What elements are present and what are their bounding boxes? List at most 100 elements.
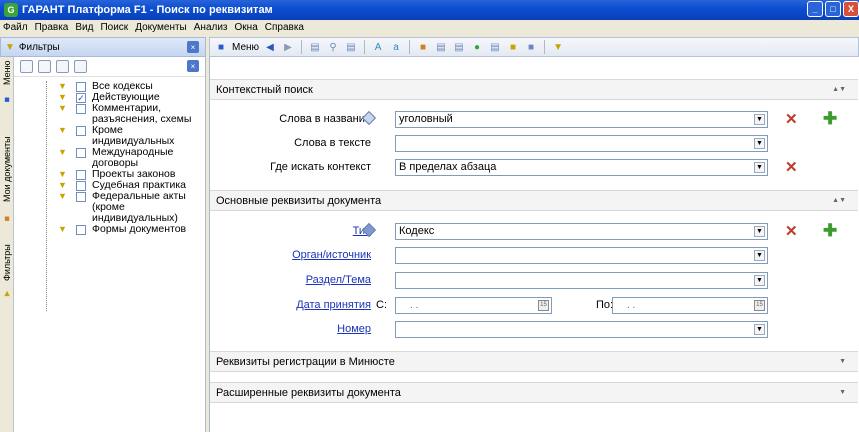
font-larger-icon[interactable]: A bbox=[371, 40, 385, 54]
menu-analysis[interactable]: Анализ bbox=[194, 22, 228, 33]
new-filter-icon[interactable] bbox=[74, 60, 87, 73]
tree-item[interactable]: ▼ Комментарии, разъяснения, схемы bbox=[14, 103, 204, 125]
authority-select[interactable]: ▼ bbox=[395, 247, 768, 264]
folder-icon[interactable]: ■ bbox=[506, 40, 520, 54]
menu-flag-icon[interactable]: ■ bbox=[214, 40, 228, 54]
calendar-icon[interactable]: 15 bbox=[538, 300, 549, 311]
checkbox[interactable] bbox=[76, 181, 86, 191]
forward-icon[interactable]: ▶ bbox=[281, 40, 295, 54]
font-smaller-icon[interactable]: a bbox=[389, 40, 403, 54]
menu-help[interactable]: Справка bbox=[265, 22, 304, 33]
collapse-icon[interactable]: ▲▼ bbox=[832, 197, 846, 204]
maximize-icon[interactable]: □ bbox=[825, 1, 841, 17]
tab-menu[interactable]: Меню bbox=[0, 59, 14, 87]
checkbox[interactable] bbox=[76, 148, 86, 158]
calendar-icon[interactable]: 15 bbox=[754, 300, 765, 311]
menu-search[interactable]: Поиск bbox=[100, 22, 128, 33]
adoption-date-link[interactable]: Дата принятия bbox=[296, 299, 371, 311]
field-label: Где искать контекст bbox=[270, 161, 371, 173]
menu-windows[interactable]: Окна bbox=[235, 22, 258, 33]
tab-menu-label: Меню bbox=[2, 60, 12, 86]
context-scope-select[interactable]: В пределах абзаца ▼ bbox=[395, 159, 768, 176]
clear-x-icon[interactable]: ✕ bbox=[785, 110, 798, 128]
text-words-input[interactable]: ▼ bbox=[395, 135, 768, 152]
tree-item[interactable]: ▼ Формы документов bbox=[14, 224, 205, 235]
filter-icon[interactable]: ▼ bbox=[551, 40, 565, 54]
panel-close-icon[interactable]: × bbox=[187, 41, 199, 53]
dropdown-icon[interactable]: ▼ bbox=[754, 162, 765, 173]
open-folder-icon[interactable] bbox=[38, 60, 51, 73]
dropdown-icon[interactable]: ▼ bbox=[754, 114, 765, 125]
row-context-scope: Где искать контекст В пределах абзаца ▼ … bbox=[210, 158, 858, 178]
filter-clear-icon[interactable] bbox=[56, 60, 69, 73]
close-icon[interactable]: X bbox=[843, 1, 859, 17]
expand-icon[interactable]: ▼ bbox=[839, 389, 846, 396]
section-main-header[interactable]: Основные реквизиты документа ▲▼ bbox=[210, 190, 858, 211]
dropdown-icon[interactable]: ▼ bbox=[754, 226, 765, 237]
menu-view[interactable]: Вид bbox=[75, 22, 93, 33]
toolbar-menu-button[interactable]: Меню bbox=[232, 42, 259, 53]
tree-item[interactable]: ▼ Кроме индивидуальных bbox=[14, 125, 205, 147]
field-value: Кодекс bbox=[399, 225, 435, 237]
edit-filter-icon[interactable] bbox=[20, 60, 33, 73]
toolbar-separator bbox=[301, 40, 303, 54]
back-icon[interactable]: ◀ bbox=[263, 40, 277, 54]
checkbox[interactable] bbox=[76, 82, 86, 92]
collapse-icon[interactable]: ▲▼ bbox=[832, 86, 846, 93]
search-list-icon[interactable]: ▤ bbox=[344, 40, 358, 54]
checkbox-checked[interactable]: ✓ bbox=[76, 93, 86, 103]
lock-icon[interactable]: ■ bbox=[524, 40, 538, 54]
date-from-input[interactable]: . . 15 bbox=[395, 297, 552, 314]
number-select[interactable]: ▼ bbox=[395, 321, 768, 338]
bookmark-icon[interactable]: ■ bbox=[416, 40, 430, 54]
save-icon[interactable]: ▤ bbox=[488, 40, 502, 54]
section-minjust-header[interactable]: Реквизиты регистрации в Минюсте ▼ bbox=[210, 351, 858, 372]
funnel-icon: ▼ bbox=[58, 125, 67, 135]
checkbox[interactable] bbox=[76, 126, 86, 136]
section-context-header[interactable]: Контекстный поиск ▲▼ bbox=[210, 79, 858, 100]
title-words-input[interactable]: уголовный ▼ bbox=[395, 111, 768, 128]
tree-toolbar: × bbox=[14, 57, 205, 77]
tree-item-label: Кроме индивидуальных bbox=[92, 124, 175, 147]
clear-x-icon[interactable]: ✕ bbox=[785, 158, 798, 176]
globe-icon[interactable]: ● bbox=[470, 40, 484, 54]
section-topic-link[interactable]: Раздел/Тема bbox=[306, 274, 371, 286]
section-title: Реквизиты регистрации в Минюсте bbox=[216, 355, 395, 368]
number-link[interactable]: Номер bbox=[337, 323, 371, 335]
menu-file[interactable]: Файл bbox=[3, 22, 28, 33]
section-topic-select[interactable]: ▼ bbox=[395, 272, 768, 289]
tab-my-documents[interactable]: Мои документы bbox=[0, 129, 14, 209]
checkbox[interactable] bbox=[76, 170, 86, 180]
tree-close-icon[interactable]: × bbox=[187, 60, 199, 72]
funnel-icon: ▼ bbox=[58, 180, 67, 190]
minimize-icon[interactable]: _ bbox=[807, 1, 823, 17]
section-extended-header[interactable]: Расширенные реквизиты документа ▼ bbox=[210, 382, 858, 403]
search-icon[interactable]: ⚲ bbox=[326, 40, 340, 54]
clear-x-icon[interactable]: ✕ bbox=[785, 222, 798, 240]
dropdown-icon[interactable]: ▼ bbox=[754, 138, 765, 149]
tree-item[interactable]: ▼ Федеральные акты (кроме индивидуальных… bbox=[14, 191, 205, 224]
date-placeholder: . . bbox=[410, 300, 419, 311]
type-select[interactable]: Кодекс ▼ bbox=[395, 223, 768, 240]
dropdown-icon[interactable]: ▼ bbox=[754, 324, 765, 335]
checkbox[interactable] bbox=[76, 104, 86, 114]
tab-filters[interactable]: Фильтры bbox=[0, 241, 14, 285]
add-plus-icon[interactable]: ✚ bbox=[823, 109, 837, 129]
date-from-label: С: bbox=[376, 299, 387, 311]
checkbox[interactable] bbox=[76, 225, 86, 235]
print-icon[interactable]: ▤ bbox=[434, 40, 448, 54]
add-plus-icon[interactable]: ✚ bbox=[823, 221, 837, 241]
menu-edit[interactable]: Правка bbox=[35, 22, 69, 33]
menu-documents[interactable]: Документы bbox=[135, 22, 187, 33]
field-value: В пределах абзаца bbox=[399, 161, 497, 173]
expand-icon[interactable]: ▼ bbox=[839, 358, 846, 365]
window-title: ГАРАНТ Платформа F1 - Поиск по реквизита… bbox=[22, 4, 273, 16]
tree-item[interactable]: ▼ Международные договоры bbox=[14, 147, 205, 169]
dropdown-icon[interactable]: ▼ bbox=[754, 275, 765, 286]
document-icon[interactable]: ▤ bbox=[308, 40, 322, 54]
date-to-input[interactable]: . . 15 bbox=[612, 297, 768, 314]
authority-link[interactable]: Орган/источник bbox=[292, 249, 371, 261]
checkbox[interactable] bbox=[76, 192, 86, 202]
copy-icon[interactable]: ▤ bbox=[452, 40, 466, 54]
dropdown-icon[interactable]: ▼ bbox=[754, 250, 765, 261]
